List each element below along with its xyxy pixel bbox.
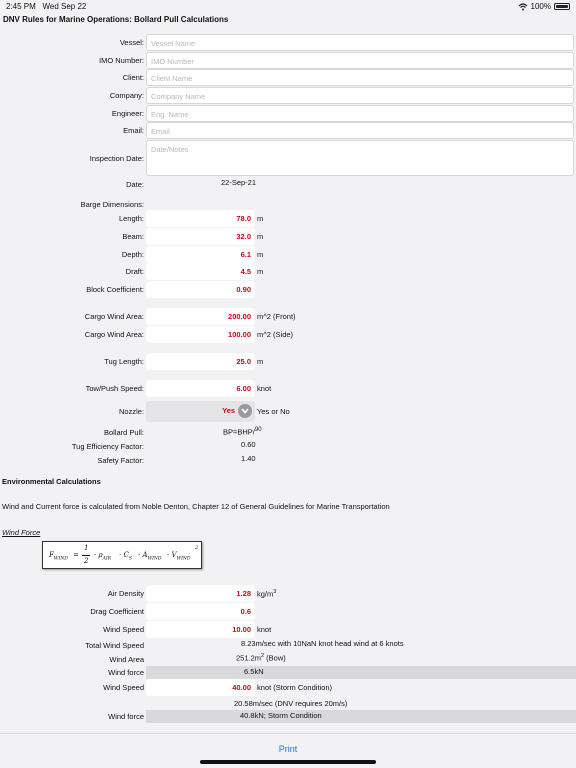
chevron-down-icon — [238, 404, 252, 418]
status-bar: 2:45 PM Wed Sep 22 100% — [0, 0, 576, 13]
tug-length-input[interactable]: 25.0 — [146, 353, 255, 370]
status-time: 2:45 PM Wed Sep 22 — [6, 2, 87, 11]
beam-input[interactable]: 32.0 — [146, 228, 255, 245]
formula-v: · VWIND — [167, 551, 191, 562]
block-coefficient-label: Block Coefficient: — [86, 285, 144, 294]
environmental-heading: Environmental Calculations — [2, 477, 101, 486]
vessel-input[interactable]: Vessel Name — [146, 34, 574, 51]
nozzle-label: Nozzle: — [118, 407, 144, 416]
company-label: Company: — [109, 91, 144, 100]
cargo-wind-area-side-label: Cargo Wind Area: — [84, 330, 144, 339]
storm-wind-speed-label: Wind Speed — [103, 683, 144, 692]
formula-denominator: 2 — [84, 557, 89, 565]
storm-wind-force-value: 40.8kN; Storm Condition — [240, 711, 322, 720]
tug-efficiency-value: 0.60 — [241, 440, 256, 449]
length-input[interactable]: 78.0 — [146, 210, 255, 227]
tug-efficiency-label: Tug Efficiency Factor: — [71, 442, 144, 451]
nozzle-select[interactable]: Yes — [146, 401, 255, 422]
email-input[interactable]: Email — [146, 122, 574, 139]
wind-force-row-band — [146, 666, 576, 679]
bollard-pull-value: BP=BHP/90 — [223, 427, 262, 437]
client-input[interactable]: Client Name — [146, 69, 574, 86]
wind-speed-label: Wind Speed — [103, 625, 144, 634]
beam-label: Beam: — [122, 232, 144, 241]
wind-speed-unit: knot — [257, 625, 272, 634]
block-coefficient-input[interactable]: 0.90 — [146, 281, 255, 298]
storm-wind-speed-input[interactable]: 40.00 — [146, 679, 255, 696]
formula-numerator: 1 — [84, 544, 89, 552]
cargo-wind-area-side-input[interactable]: 100.00 — [146, 326, 255, 343]
wind-force-heading: Wind Force — [2, 528, 41, 537]
wind-force-formula: FWIND = 1 2 · ρAIR · CS · AWIND · VWIND … — [42, 541, 202, 569]
date-label: Date: — [126, 180, 144, 189]
tow-speed-input[interactable]: 6.00 — [146, 380, 255, 397]
safety-factor-value: 1.40 — [241, 454, 256, 463]
company-input[interactable]: Company Name — [146, 87, 574, 104]
draft-unit: m — [257, 267, 264, 276]
length-unit: m — [257, 214, 264, 223]
formula-lhs: FWIND — [49, 551, 68, 562]
draft-label: Draft: — [125, 267, 144, 276]
storm-wind-force-row-band — [146, 710, 576, 723]
total-wind-speed-value: 8.23m/sec with 10NaN knot head wind at 6… — [241, 639, 404, 648]
home-indicator — [200, 760, 376, 764]
engineer-label: Engineer: — [111, 109, 144, 118]
formula-equals: = — [73, 551, 79, 559]
cargo-wind-area-side-unit: m^2 (Side) — [257, 330, 294, 339]
formula-c: · CS — [119, 551, 132, 562]
depth-label: Depth: — [121, 250, 144, 259]
vessel-label: Vessel: — [119, 38, 144, 47]
length-label: Length: — [118, 214, 144, 223]
depth-unit: m — [257, 250, 264, 259]
bollard-pull-label: Bollard Pull: — [103, 428, 144, 437]
imo-input[interactable]: IMO Number — [146, 52, 574, 69]
safety-factor-label: Safety Factor: — [97, 456, 144, 465]
print-button[interactable]: Print — [0, 744, 576, 754]
beam-unit: m — [257, 232, 264, 241]
battery-percent: 100% — [530, 2, 551, 11]
drag-coefficient-label: Drag Coefficient — [90, 607, 144, 616]
imo-label: IMO Number: — [98, 56, 144, 65]
formula-rho: · ρAIR — [94, 551, 111, 562]
cargo-wind-area-front-label: Cargo Wind Area: — [84, 312, 144, 321]
air-density-unit: kg/m3 — [257, 589, 277, 599]
storm-wind-speed-unit: knot (Storm Condition) — [257, 683, 333, 692]
storm-wind-force-label: Wind force — [108, 712, 144, 721]
environmental-note: Wind and Current force is calculated fro… — [2, 502, 390, 511]
cargo-wind-area-front-unit: m^2 (Front) — [257, 312, 296, 321]
cargo-wind-area-front-input[interactable]: 200.00 — [146, 308, 255, 325]
drag-coefficient-input[interactable]: 0.6 — [146, 603, 255, 620]
nozzle-hint: Yes or No — [257, 407, 290, 416]
barge-dimensions-heading: Barge Dimensions: — [80, 200, 144, 209]
wind-force-label: Wind force — [108, 668, 144, 677]
draft-input[interactable]: 4.5 — [146, 263, 255, 280]
tow-speed-label: Tow/Push Speed: — [85, 384, 144, 393]
engineer-input[interactable]: Eng. Name — [146, 105, 574, 122]
wind-area-value: 251.2m2 (Bow) — [236, 653, 286, 663]
wind-force-value: 6.5kN — [244, 667, 264, 676]
nozzle-value: Yes — [222, 406, 235, 415]
email-label: Email: — [123, 126, 144, 135]
formula-exponent: 2 — [195, 545, 199, 551]
depth-input[interactable]: 6.1 — [146, 246, 255, 263]
date-value: 22-Sep-21 — [221, 178, 257, 187]
storm-wind-speed-ms: 20.58m/sec (DNV requires 20m/s) — [234, 699, 348, 708]
formula-a: · AWIND — [138, 551, 162, 562]
tug-length-label: Tug Length: — [104, 357, 144, 366]
air-density-label: Air Density — [107, 589, 144, 598]
wifi-icon — [518, 2, 527, 10]
battery-icon — [554, 3, 570, 10]
status-right: 100% — [518, 2, 570, 11]
page-title: DNV Rules for Marine Operations: Bollard… — [3, 15, 229, 24]
wind-area-label: Wind Area — [109, 655, 144, 664]
tug-length-unit: m — [257, 357, 264, 366]
inspection-date-label: Inspection Date: — [89, 154, 144, 163]
tow-speed-unit: knot — [257, 384, 272, 393]
formula-fraction-bar — [82, 555, 90, 556]
air-density-input[interactable]: 1.28 — [146, 585, 255, 602]
inspection-notes-input[interactable]: Date/Notes — [146, 140, 574, 176]
total-wind-speed-label: Total Wind Speed — [85, 641, 144, 650]
client-label: Client: — [122, 73, 144, 82]
wind-speed-input[interactable]: 10.00 — [146, 621, 255, 638]
